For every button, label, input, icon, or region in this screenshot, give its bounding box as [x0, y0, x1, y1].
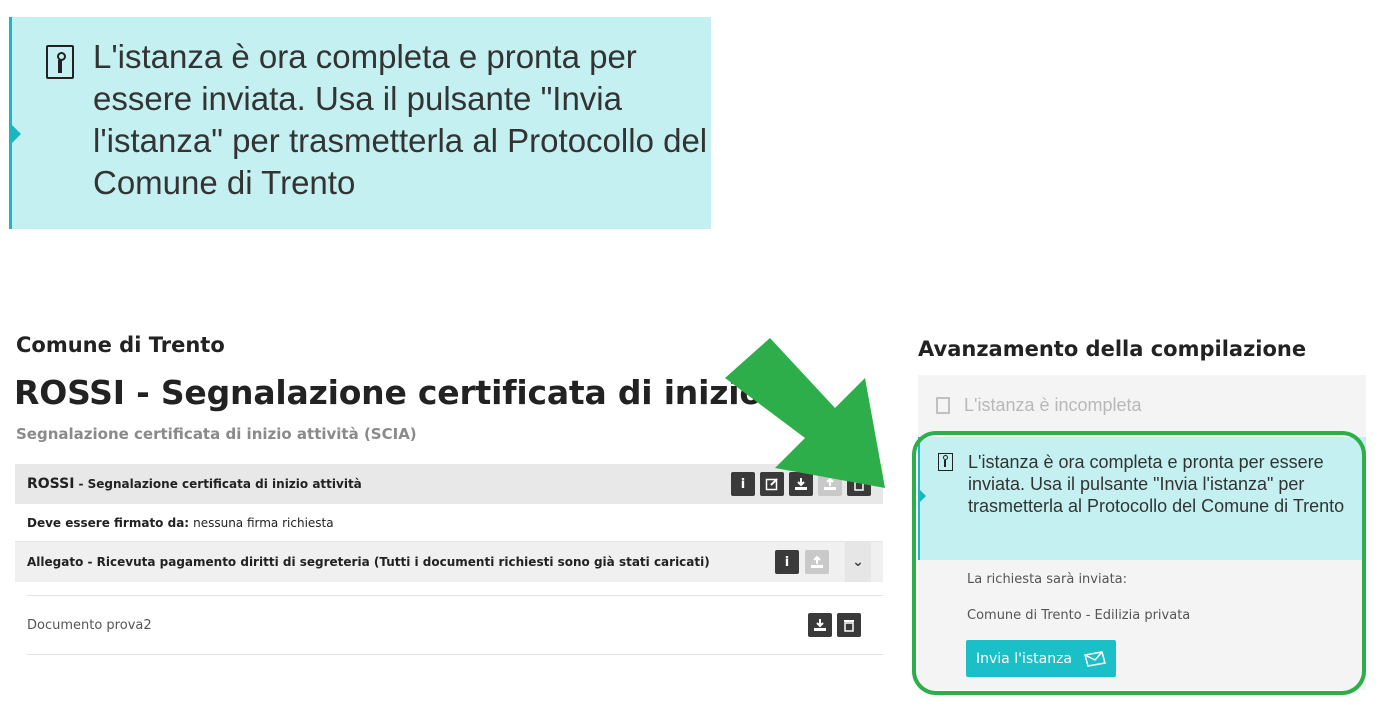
- applicant-name: ROSSI: [27, 476, 75, 492]
- document-download-button[interactable]: [808, 613, 832, 637]
- attachment-actions: i ⌄: [775, 542, 871, 582]
- zoomed-info-callout: L'istanza è ora completa e pronta per es…: [9, 17, 711, 229]
- info-icon: [46, 45, 74, 79]
- document-actions: [808, 613, 861, 637]
- green-arrow-icon: [725, 338, 885, 488]
- signature-value: nessuna firma richiesta: [193, 515, 334, 530]
- callout-marker: [12, 125, 21, 143]
- attachment-label: Allegato - Ricevuta pagamento diritti di…: [27, 555, 710, 569]
- incomplete-label: L'istanza è incompleta: [964, 394, 1142, 415]
- attachment-row: Allegato - Ricevuta pagamento diritti di…: [15, 542, 883, 582]
- trash-icon: [844, 620, 854, 632]
- highlight-ring: [912, 431, 1366, 695]
- application-description: - Segnalazione certificata di inizio att…: [78, 477, 362, 491]
- signature-label: Deve essere firmato da:: [27, 515, 190, 530]
- document-delete-button[interactable]: [837, 613, 861, 637]
- document-name: Documento prova2: [27, 617, 152, 633]
- attachment-upload-button[interactable]: [805, 550, 829, 574]
- signature-row: Deve essere firmato da: nessuna firma ri…: [15, 504, 883, 542]
- download-icon: [814, 619, 826, 631]
- page-title: ROSSI - Segnalazione certificata di iniz…: [14, 373, 764, 412]
- page-subtitle: Segnalazione certificata di inizio attiv…: [16, 425, 417, 443]
- document-row: Documento prova2: [27, 595, 883, 655]
- municipality-name: Comune di Trento: [16, 333, 225, 357]
- incomplete-status: L'istanza è incompleta: [918, 375, 1366, 435]
- chevron-down-icon[interactable]: ⌄: [845, 542, 871, 582]
- zoomed-callout-text: L'istanza è ora completa e pronta per es…: [93, 38, 708, 201]
- document-icon: [936, 396, 950, 414]
- upload-icon: [811, 555, 823, 568]
- sidebar-title: Avanzamento della compilazione: [918, 337, 1307, 361]
- attachment-info-button[interactable]: i: [775, 550, 799, 574]
